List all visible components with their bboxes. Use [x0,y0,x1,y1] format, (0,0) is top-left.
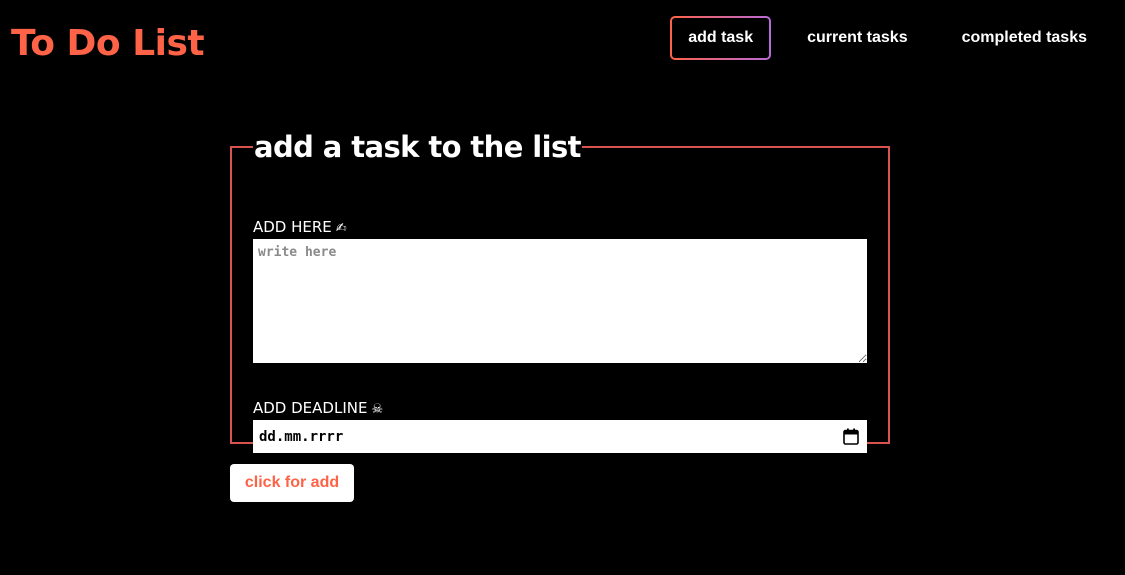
main-nav: add task current tasks completed tasks [652,16,1105,60]
task-label-text: ADD HERE [253,218,332,236]
header: To Do List add task current tasks comple… [0,0,1125,90]
app-title: To Do List [11,23,205,64]
calendar-icon[interactable] [843,428,859,445]
deadline-date-input[interactable]: dd.mm.rrrr [253,420,867,453]
deadline-label-text: ADD DEADLINE [253,399,368,417]
deadline-label: ADD DEADLINE ☠ [253,399,383,417]
writing-hand-icon: ✍ [335,221,347,236]
task-label: ADD HERE ✍ [253,218,347,236]
add-task-button[interactable]: click for add [230,464,354,502]
skull-crossbones-icon: ☠ [371,402,384,417]
task-input[interactable] [253,239,867,363]
nav-current-tasks[interactable]: current tasks [789,16,926,60]
deadline-date-value: dd.mm.rrrr [259,428,344,445]
nav-completed-tasks[interactable]: completed tasks [944,16,1105,60]
fieldset-legend: add a task to the list [254,130,581,164]
nav-add-task[interactable]: add task [670,16,771,60]
add-task-fieldset: add a task to the list ADD HERE✍ ADD DEA… [230,130,890,453]
